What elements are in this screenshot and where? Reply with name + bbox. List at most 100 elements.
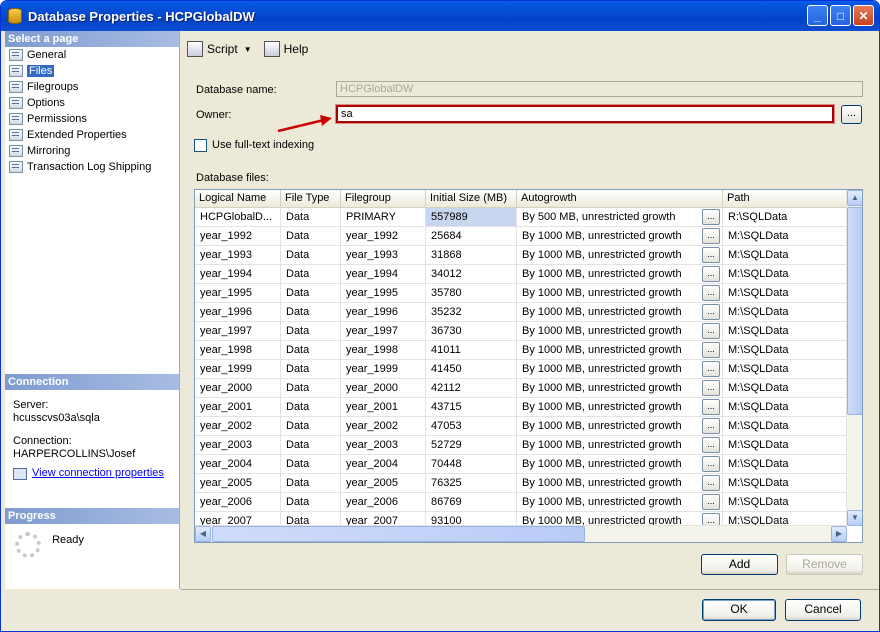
table-cell[interactable]: M:\SQLData: [723, 436, 847, 454]
table-cell[interactable]: 70448: [426, 455, 517, 473]
table-cell[interactable]: year_1995: [195, 284, 281, 302]
table-row[interactable]: HCPGlobalD... Data PRIMARY 557989 By 500 MB,…: [195, 208, 847, 227]
table-cell[interactable]: Data: [281, 227, 341, 245]
autogrowth-browse-button[interactable]: ...: [702, 247, 720, 263]
table-cell[interactable]: year_1994: [341, 265, 426, 283]
autogrowth-browse-button[interactable]: ...: [702, 228, 720, 244]
autogrowth-browse-button[interactable]: ...: [702, 437, 720, 453]
table-cell[interactable]: By 1000 MB, unrestricted growth...: [517, 322, 723, 340]
table-cell[interactable]: year_2005: [341, 474, 426, 492]
table-cell[interactable]: Data: [281, 493, 341, 511]
table-cell[interactable]: year_1994: [195, 265, 281, 283]
add-button[interactable]: Add: [701, 554, 778, 575]
autogrowth-browse-button[interactable]: ...: [702, 361, 720, 377]
table-cell[interactable]: year_2003: [341, 436, 426, 454]
horizontal-scrollbar[interactable]: ◀ ▶: [195, 525, 847, 542]
table-cell[interactable]: M:\SQLData: [723, 360, 847, 378]
table-cell[interactable]: By 1000 MB, unrestricted growth...: [517, 455, 723, 473]
table-cell[interactable]: year_1998: [341, 341, 426, 359]
table-cell[interactable]: Data: [281, 208, 341, 226]
table-cell[interactable]: M:\SQLData: [723, 227, 847, 245]
ok-button[interactable]: OK: [702, 599, 776, 621]
table-cell[interactable]: By 1000 MB, unrestricted growth...: [517, 246, 723, 264]
table-row[interactable]: year_1992 Data year_1992 25684 By 1000 MB, u…: [195, 227, 847, 246]
table-row[interactable]: year_2000 Data year_2000 42112 By 1000 MB, u…: [195, 379, 847, 398]
table-cell[interactable]: 25684: [426, 227, 517, 245]
table-cell[interactable]: year_2002: [195, 417, 281, 435]
table-cell[interactable]: M:\SQLData: [723, 379, 847, 397]
table-cell[interactable]: year_1999: [195, 360, 281, 378]
table-cell[interactable]: M:\SQLData: [723, 474, 847, 492]
table-cell[interactable]: 86769: [426, 493, 517, 511]
column-header[interactable]: Filegroup: [341, 190, 426, 207]
page-item-options[interactable]: Options: [5, 95, 179, 111]
table-cell[interactable]: 41450: [426, 360, 517, 378]
table-cell[interactable]: year_1996: [341, 303, 426, 321]
column-header[interactable]: Autogrowth: [517, 190, 723, 207]
table-cell[interactable]: Data: [281, 379, 341, 397]
autogrowth-browse-button[interactable]: ...: [702, 399, 720, 415]
table-row[interactable]: year_2004 Data year_2004 70448 By 1000 MB, u…: [195, 455, 847, 474]
scroll-down-icon[interactable]: ▼: [847, 510, 862, 526]
autogrowth-browse-button[interactable]: ...: [702, 209, 720, 225]
autogrowth-browse-button[interactable]: ...: [702, 418, 720, 434]
scroll-left-icon[interactable]: ◀: [195, 526, 211, 542]
table-cell[interactable]: Data: [281, 417, 341, 435]
table-cell[interactable]: M:\SQLData: [723, 417, 847, 435]
table-cell[interactable]: year_1993: [195, 246, 281, 264]
table-cell[interactable]: M:\SQLData: [723, 493, 847, 511]
horizontal-scroll-thumb[interactable]: [212, 526, 585, 542]
table-cell[interactable]: year_1997: [195, 322, 281, 340]
table-cell[interactable]: M:\SQLData: [723, 455, 847, 473]
autogrowth-browse-button[interactable]: ...: [702, 323, 720, 339]
table-cell[interactable]: By 1000 MB, unrestricted growth...: [517, 493, 723, 511]
table-cell[interactable]: year_1995: [341, 284, 426, 302]
autogrowth-browse-button[interactable]: ...: [702, 380, 720, 396]
table-cell[interactable]: year_2005: [195, 474, 281, 492]
table-cell[interactable]: 43715: [426, 398, 517, 416]
cancel-button[interactable]: Cancel: [785, 599, 861, 621]
table-cell[interactable]: M:\SQLData: [723, 265, 847, 283]
table-cell[interactable]: M:\SQLData: [723, 341, 847, 359]
table-cell[interactable]: year_1996: [195, 303, 281, 321]
table-cell[interactable]: 35780: [426, 284, 517, 302]
table-cell[interactable]: By 500 MB, unrestricted growth...: [517, 208, 723, 226]
table-cell[interactable]: M:\SQLData: [723, 246, 847, 264]
table-row[interactable]: year_2001 Data year_2001 43715 By 1000 MB, u…: [195, 398, 847, 417]
table-cell[interactable]: Data: [281, 360, 341, 378]
autogrowth-browse-button[interactable]: ...: [702, 475, 720, 491]
table-cell[interactable]: year_2000: [195, 379, 281, 397]
page-item-files[interactable]: Files: [5, 63, 179, 79]
table-cell[interactable]: By 1000 MB, unrestricted growth...: [517, 379, 723, 397]
table-cell[interactable]: year_1993: [341, 246, 426, 264]
page-item-permissions[interactable]: Permissions: [5, 111, 179, 127]
table-cell[interactable]: Data: [281, 455, 341, 473]
table-cell[interactable]: year_2001: [341, 398, 426, 416]
scroll-up-icon[interactable]: ▲: [847, 190, 862, 206]
database-name-field[interactable]: HCPGlobalDW: [336, 81, 863, 97]
table-cell[interactable]: R:\SQLData: [723, 208, 847, 226]
table-row[interactable]: year_1998 Data year_1998 41011 By 1000 MB, u…: [195, 341, 847, 360]
table-cell[interactable]: 34012: [426, 265, 517, 283]
table-row[interactable]: year_2003 Data year_2003 52729 By 1000 MB, u…: [195, 436, 847, 455]
table-cell[interactable]: 52729: [426, 436, 517, 454]
table-row[interactable]: year_2005 Data year_2005 76325 By 1000 MB, u…: [195, 474, 847, 493]
table-cell[interactable]: M:\SQLData: [723, 284, 847, 302]
table-cell[interactable]: 31868: [426, 246, 517, 264]
table-cell[interactable]: year_1992: [341, 227, 426, 245]
table-cell[interactable]: Data: [281, 322, 341, 340]
table-cell[interactable]: year_2003: [195, 436, 281, 454]
table-cell[interactable]: year_1999: [341, 360, 426, 378]
table-row[interactable]: year_1999 Data year_1999 41450 By 1000 MB, u…: [195, 360, 847, 379]
table-cell[interactable]: Data: [281, 436, 341, 454]
table-cell[interactable]: year_1998: [195, 341, 281, 359]
table-cell[interactable]: 76325: [426, 474, 517, 492]
close-button[interactable]: ✕: [853, 5, 874, 26]
table-cell[interactable]: year_2004: [195, 455, 281, 473]
table-cell[interactable]: Data: [281, 246, 341, 264]
table-cell[interactable]: year_2001: [195, 398, 281, 416]
table-cell[interactable]: year_2006: [195, 493, 281, 511]
vertical-scrollbar[interactable]: ▲ ▼: [846, 190, 862, 526]
table-row[interactable]: year_2006 Data year_2006 86769 By 1000 MB, u…: [195, 493, 847, 512]
table-cell[interactable]: 42112: [426, 379, 517, 397]
